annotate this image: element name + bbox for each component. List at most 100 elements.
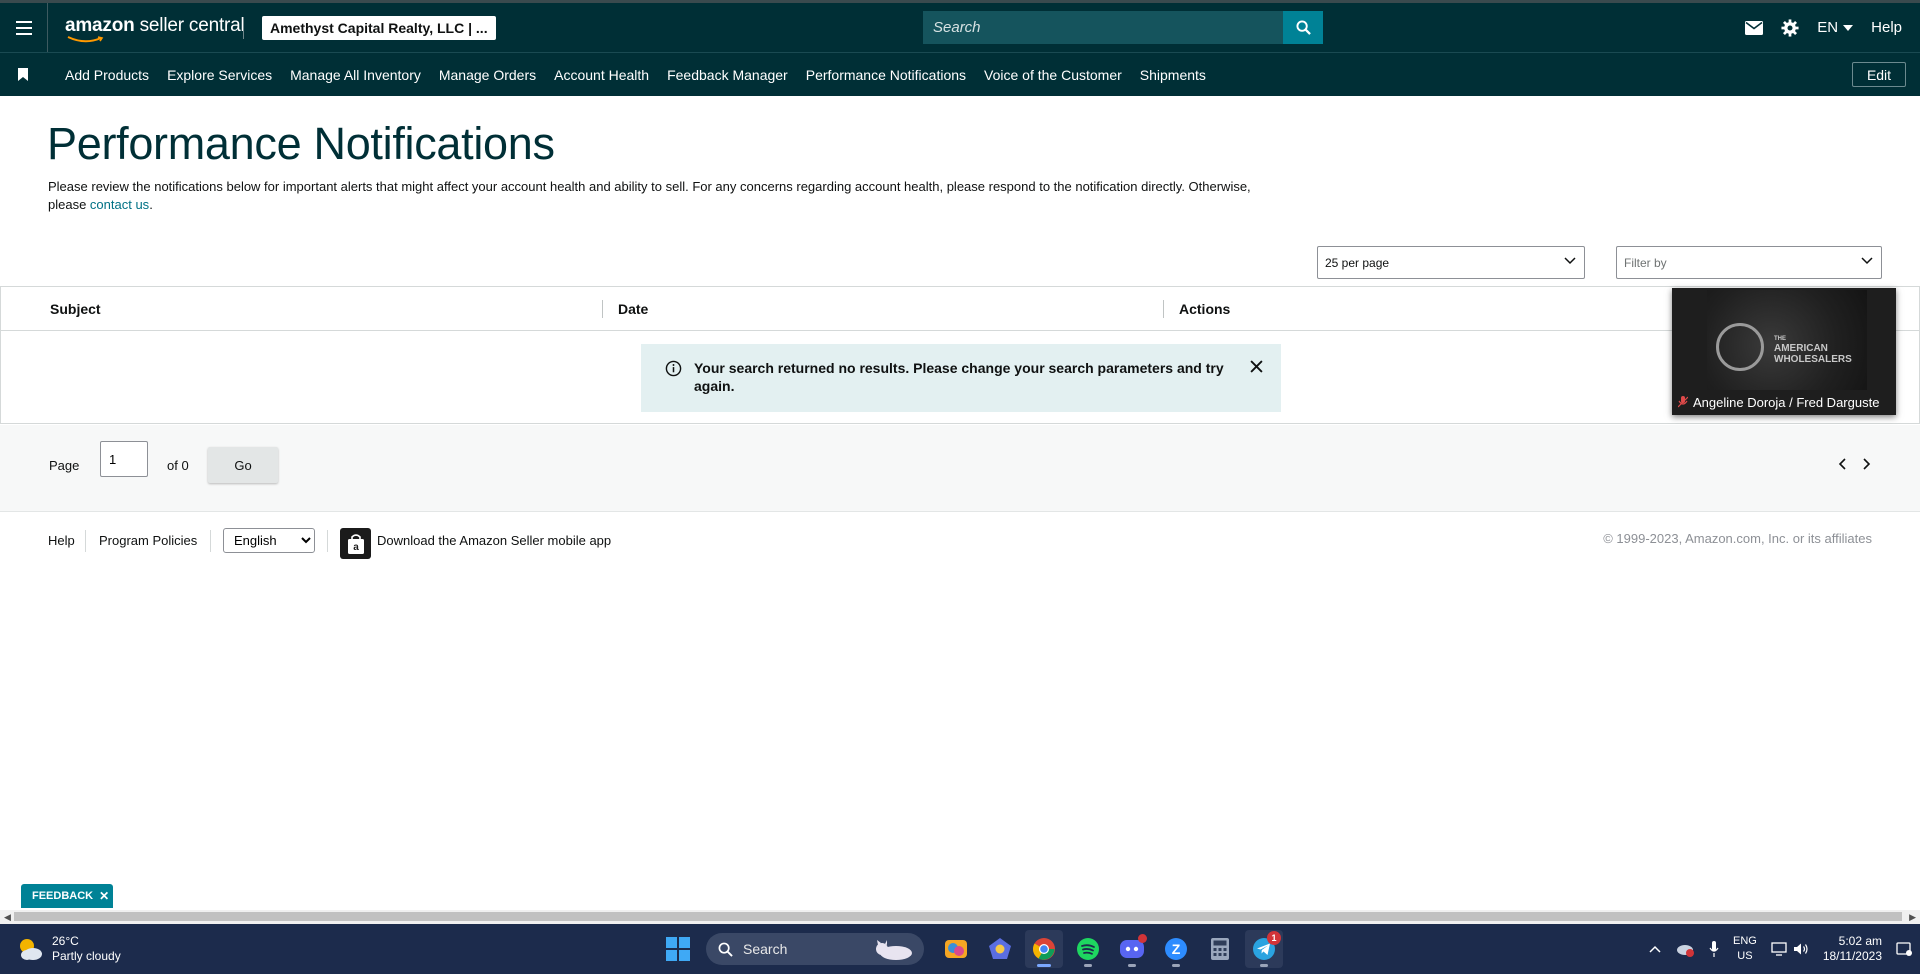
- svg-text:Z: Z: [1172, 941, 1181, 957]
- running-indicator: [1172, 964, 1180, 967]
- gear-icon: [1781, 18, 1799, 37]
- taskbar-app-discord[interactable]: [1113, 930, 1151, 968]
- chevron-up-icon: [1649, 945, 1661, 953]
- taskbar-app-spotify[interactable]: [1069, 930, 1107, 968]
- horizontal-scrollbar[interactable]: ◀ ▶: [0, 910, 1920, 924]
- hamburger-icon: [15, 20, 32, 35]
- close-icon[interactable]: ✕: [99, 889, 109, 903]
- chevron-left-icon[interactable]: [1838, 458, 1846, 470]
- taskbar-app-creative[interactable]: [981, 930, 1019, 968]
- video-call-overlay[interactable]: THE AMERICAN WHOLESALERS Angeline Doroja…: [1672, 288, 1896, 415]
- chevron-down-icon: [1861, 257, 1873, 265]
- tray-microphone[interactable]: [1709, 941, 1719, 957]
- video-caption: Angeline Doroja / Fred Darguste: [1672, 393, 1896, 411]
- chevron-right-icon[interactable]: [1863, 458, 1871, 470]
- spotify-icon: [1077, 938, 1099, 960]
- nav-shipments[interactable]: Shipments: [1140, 67, 1206, 83]
- feedback-tab[interactable]: FEEDBACK ✕: [21, 884, 113, 908]
- nav-manage-all-inventory[interactable]: Manage All Inventory: [290, 67, 421, 83]
- network-icon: [1771, 942, 1787, 956]
- show-hidden-icons[interactable]: [1649, 945, 1661, 953]
- search-button[interactable]: [1283, 11, 1323, 44]
- nav-performance-notifications[interactable]: Performance Notifications: [806, 67, 966, 83]
- chevron-down-icon: [1564, 257, 1576, 265]
- nav-voice-of-the-customer[interactable]: Voice of the Customer: [984, 67, 1122, 83]
- bookmark-icon[interactable]: [18, 68, 28, 81]
- microphone-icon: [1709, 941, 1719, 957]
- input-language[interactable]: ENG US: [1733, 934, 1757, 964]
- edit-nav-button[interactable]: Edit: [1852, 62, 1906, 87]
- taskbar-app-chrome[interactable]: [1025, 930, 1063, 968]
- region-code: US: [1737, 950, 1753, 962]
- scroll-left-icon[interactable]: ◀: [4, 912, 11, 923]
- filter-by-select[interactable]: Filter by: [1616, 246, 1882, 279]
- account-selector[interactable]: Amethyst Capital Realty, LLC | ...: [262, 16, 496, 40]
- menu-button[interactable]: [0, 3, 48, 52]
- intro-end: .: [149, 197, 153, 212]
- amazon-seller-central-logo[interactable]: amazon seller central: [65, 15, 245, 37]
- nav-feedback-manager[interactable]: Feedback Manager: [667, 67, 788, 83]
- windows-taskbar: 26°C Partly cloudy Search Z 1 ENG US 5:0…: [0, 924, 1920, 974]
- start-button[interactable]: [659, 930, 697, 968]
- nav-manage-orders[interactable]: Manage Orders: [439, 67, 536, 83]
- bookmark-nav: Add Products Explore Services Manage All…: [0, 52, 1920, 96]
- tray-onedrive[interactable]: [1675, 941, 1695, 957]
- page-total-label: of 0: [167, 458, 189, 473]
- notification-center[interactable]: [1896, 941, 1912, 957]
- taskbar-apps: Search Z 1: [656, 930, 1286, 968]
- taskbar-app-photos[interactable]: [937, 930, 975, 968]
- column-date[interactable]: Date: [618, 301, 648, 317]
- nav-add-products[interactable]: Add Products: [65, 67, 149, 83]
- wholesalers-logo-emblem: [1716, 323, 1764, 371]
- calculator-icon: [1211, 938, 1229, 960]
- network-volume-tray[interactable]: [1771, 942, 1809, 956]
- system-clock[interactable]: 5:02 am 18/11/2023: [1823, 934, 1882, 964]
- column-divider: [602, 300, 603, 318]
- scroll-right-icon[interactable]: ▶: [1909, 912, 1916, 923]
- program-policies-link[interactable]: Program Policies: [99, 533, 197, 548]
- taskbar-search[interactable]: Search: [706, 933, 924, 965]
- language-selector[interactable]: EN: [1817, 19, 1854, 36]
- copyright-text: © 1999-2023, Amazon.com, Inc. or its aff…: [1603, 531, 1872, 546]
- amazon-app-icon[interactable]: a: [340, 528, 371, 559]
- pentagon-app-icon: [989, 938, 1011, 959]
- taskbar-app-telegram[interactable]: 1: [1245, 930, 1283, 968]
- running-indicator: [1128, 964, 1136, 967]
- info-icon: [665, 360, 682, 377]
- nav-account-health[interactable]: Account Health: [554, 67, 649, 83]
- per-page-select[interactable]: 25 per page: [1317, 246, 1585, 279]
- caret-down-icon: [1843, 24, 1854, 31]
- volume-icon: [1793, 943, 1808, 955]
- help-link[interactable]: Help: [1871, 19, 1902, 36]
- logo-brand: amazon: [65, 15, 135, 36]
- table-header: Subject Date Actions: [1, 287, 1919, 331]
- footer-help-link[interactable]: Help: [48, 533, 75, 548]
- search-input[interactable]: [923, 11, 1283, 44]
- footer-divider: [327, 530, 328, 552]
- system-tray: ENG US 5:02 am 18/11/2023: [1649, 924, 1920, 974]
- active-indicator: [1037, 964, 1051, 967]
- contact-us-link[interactable]: contact us: [90, 197, 149, 212]
- go-button[interactable]: Go: [208, 447, 278, 483]
- shopping-bag-icon: a: [347, 533, 364, 554]
- nav-explore-services[interactable]: Explore Services: [167, 67, 272, 83]
- running-indicator: [1084, 964, 1092, 967]
- taskbar-app-calculator[interactable]: [1201, 930, 1239, 968]
- taskbar-app-zoom[interactable]: Z: [1157, 930, 1195, 968]
- messages-button[interactable]: [1745, 20, 1764, 35]
- settings-button[interactable]: [1781, 18, 1799, 37]
- column-subject[interactable]: Subject: [50, 301, 101, 317]
- search-icon: [718, 942, 733, 957]
- download-app-link[interactable]: Download the Amazon Seller mobile app: [377, 533, 611, 548]
- page-number-input[interactable]: [100, 441, 148, 477]
- weather-widget[interactable]: 26°C Partly cloudy: [16, 934, 121, 964]
- no-results-message: Your search returned no results. Please …: [694, 360, 1224, 394]
- scrollbar-thumb[interactable]: [14, 912, 1902, 921]
- zoom-icon: Z: [1165, 938, 1187, 960]
- close-icon[interactable]: [1250, 360, 1263, 373]
- header-divider: [243, 17, 244, 39]
- search-highlight-cat-icon: [876, 940, 912, 960]
- windows-logo-icon: [666, 937, 690, 961]
- top-header: amazon seller central Amethyst Capital R…: [0, 0, 1920, 52]
- footer-language-select[interactable]: English: [223, 528, 315, 553]
